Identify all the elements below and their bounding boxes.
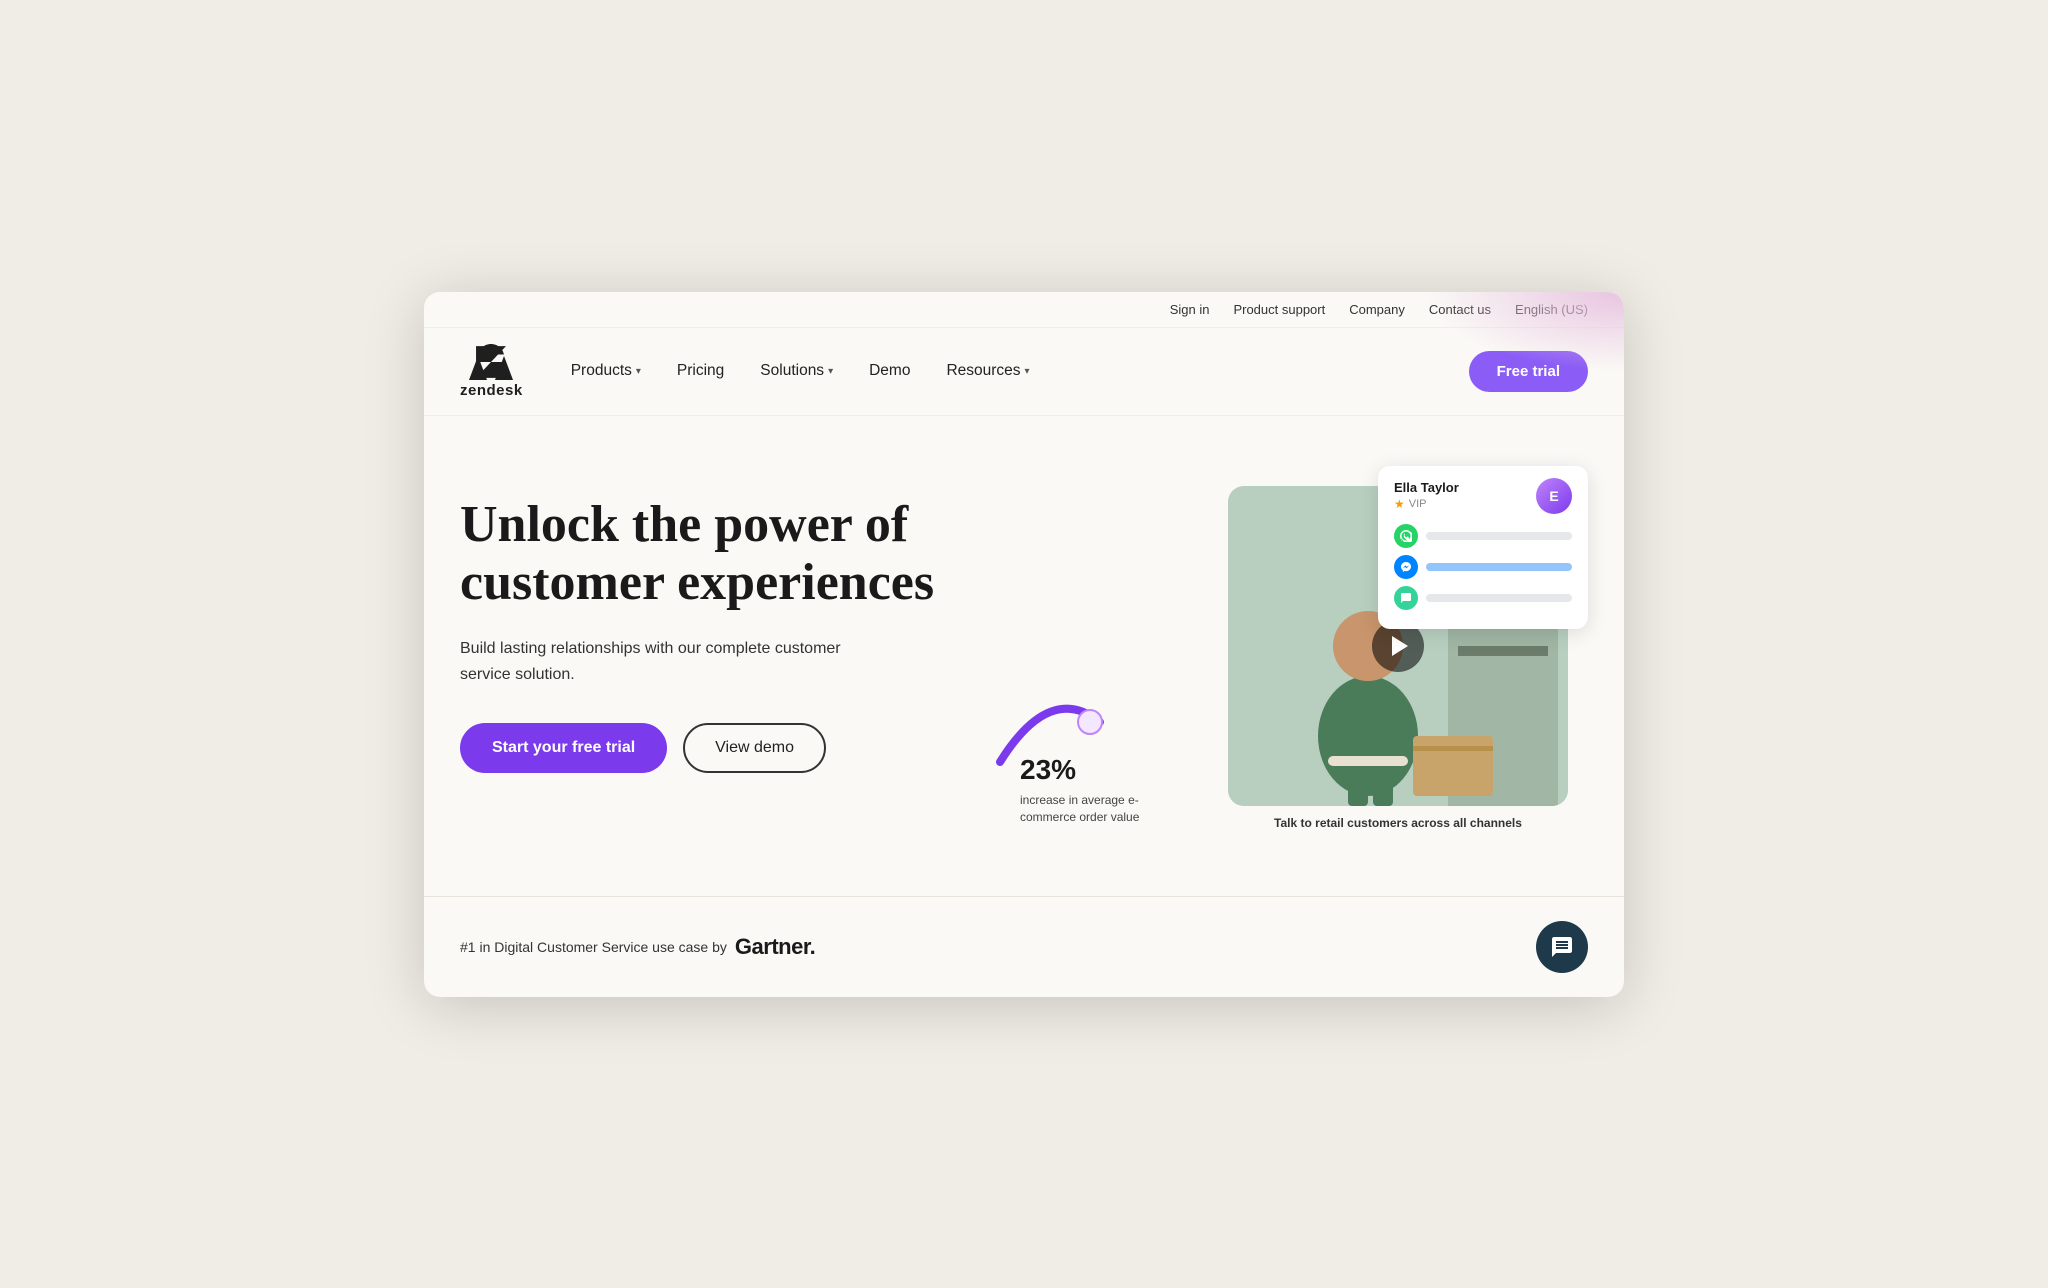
chevron-down-icon-2: ▾ <box>828 366 833 377</box>
chevron-down-icon: ▾ <box>636 366 641 377</box>
whatsapp-icon <box>1394 524 1418 548</box>
star-icon: ★ <box>1394 497 1405 511</box>
gartner-badge: #1 in Digital Customer Service use case … <box>460 934 815 960</box>
sign-in-link[interactable]: Sign in <box>1170 302 1210 317</box>
hero-title: Unlock the power of customer experiences <box>460 496 980 612</box>
customer-vip: ★ VIP <box>1394 497 1459 511</box>
start-free-trial-button[interactable]: Start your free trial <box>460 723 667 773</box>
stat-number: 23% <box>1020 732 1140 788</box>
whatsapp-bar <box>1426 532 1572 540</box>
chat-bar <box>1426 594 1572 602</box>
nav-resources[interactable]: Resources ▾ <box>946 362 1029 380</box>
hero-subtitle: Build lasting relationships with our com… <box>460 636 880 687</box>
customer-name: Ella Taylor <box>1394 480 1459 495</box>
messenger-bar <box>1426 563 1572 571</box>
messenger-channel-row <box>1394 555 1572 579</box>
chat-channel-row <box>1394 586 1572 610</box>
view-demo-button[interactable]: View demo <box>683 723 826 773</box>
utility-bar: Sign in Product support Company Contact … <box>424 292 1624 328</box>
nav-pricing[interactable]: Pricing <box>677 362 724 380</box>
hero-buttons: Start your free trial View demo <box>460 723 980 773</box>
whatsapp-channel-row <box>1394 524 1572 548</box>
gartner-prefix: #1 in Digital Customer Service use case … <box>460 939 727 955</box>
main-nav: zendesk Products ▾ Pricing Solutions ▾ D… <box>424 328 1624 416</box>
hero-section: Unlock the power of customer experiences… <box>424 416 1624 896</box>
nav-products[interactable]: Products ▾ <box>571 362 641 380</box>
zendesk-z-logo <box>469 344 513 380</box>
messenger-icon <box>1394 555 1418 579</box>
customer-info: Ella Taylor ★ VIP <box>1394 480 1459 511</box>
hero-left: Unlock the power of customer experiences… <box>460 476 980 774</box>
product-support-link[interactable]: Product support <box>1233 302 1325 317</box>
free-trial-button[interactable]: Free trial <box>1469 351 1588 392</box>
customer-card: Ella Taylor ★ VIP E <box>1378 466 1588 629</box>
contact-us-link[interactable]: Contact us <box>1429 302 1491 317</box>
gartner-brand: Gartner. <box>735 934 815 960</box>
bottom-bar: #1 in Digital Customer Service use case … <box>424 896 1624 997</box>
avatar: E <box>1536 478 1572 514</box>
hero-right: Ella Taylor ★ VIP E <box>1020 476 1588 856</box>
chat-bubble-icon <box>1550 935 1574 959</box>
customer-card-header: Ella Taylor ★ VIP E <box>1394 478 1572 514</box>
chat-support-button[interactable] <box>1536 921 1588 973</box>
nav-demo[interactable]: Demo <box>869 362 910 380</box>
chevron-down-icon-3: ▾ <box>1025 366 1030 377</box>
logo[interactable]: zendesk <box>460 344 523 399</box>
image-caption: Talk to retail customers across all chan… <box>1228 816 1568 886</box>
play-icon <box>1392 636 1408 656</box>
company-link[interactable]: Company <box>1349 302 1405 317</box>
nav-solutions[interactable]: Solutions ▾ <box>760 362 833 380</box>
stat-label: increase in average e-commerce order val… <box>1020 792 1140 826</box>
language-selector[interactable]: English (US) <box>1515 302 1588 317</box>
chat-icon <box>1394 586 1418 610</box>
nav-links: Products ▾ Pricing Solutions ▾ Demo Reso… <box>571 362 1469 380</box>
logo-text: zendesk <box>460 382 523 399</box>
stat-card: 23% increase in average e-commerce order… <box>1020 732 1140 826</box>
